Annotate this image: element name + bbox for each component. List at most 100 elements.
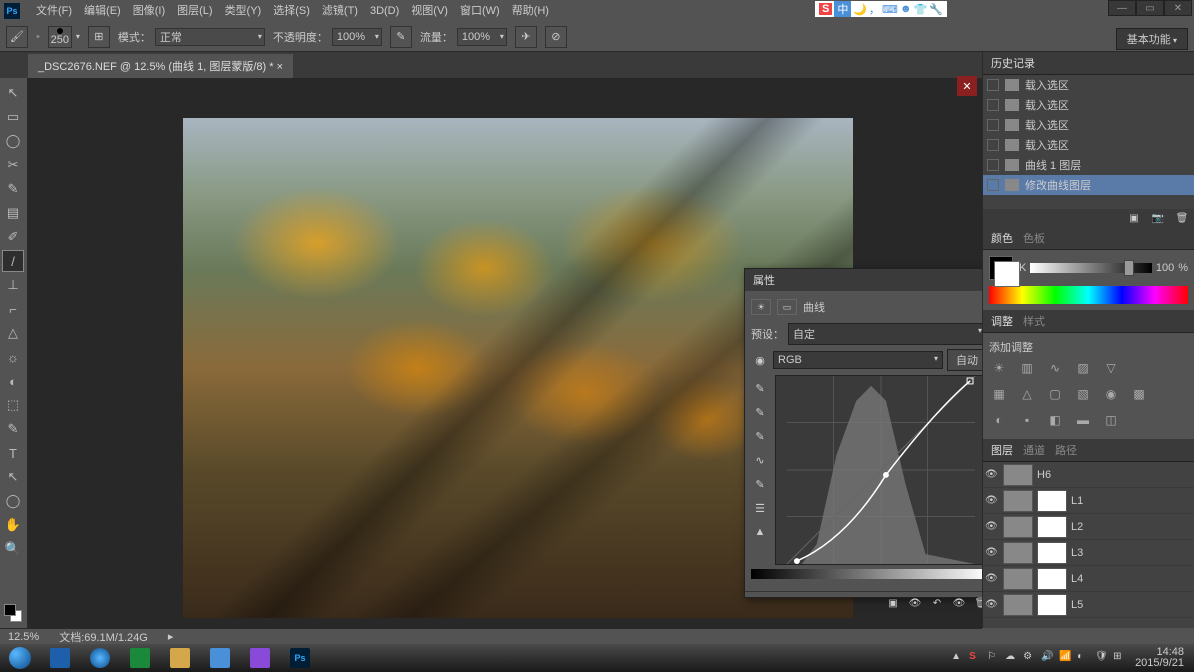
layer-row[interactable]: 👁L5 <box>983 592 1194 618</box>
canvas-area[interactable]: 第八步：对阴影部分的压暗 POCO 摄影专题 http://photo.poco… <box>28 78 982 628</box>
brush-size-picker[interactable]: 250 ▾ <box>48 26 80 48</box>
history-item[interactable]: 载入选区 <box>983 75 1194 95</box>
menu-file[interactable]: 文件(F) <box>30 0 78 22</box>
taskbar-explorer[interactable] <box>160 644 200 672</box>
brush-panel-toggle[interactable]: ⊞ <box>88 26 110 48</box>
zoom-tool[interactable]: 🔍 <box>2 538 24 560</box>
menu-type[interactable]: 类型(Y) <box>219 0 268 22</box>
visibility-icon[interactable]: 👁 <box>985 573 999 584</box>
menu-window[interactable]: 窗口(W) <box>454 0 506 22</box>
ime-bar[interactable]: S 中 🌙 ， ⌨ ☻ 👕 🔧 <box>815 1 947 17</box>
collapse-panel-button[interactable]: ✕ <box>957 76 977 96</box>
gradient-tool[interactable]: ☼ <box>2 346 24 368</box>
dodge-tool[interactable]: ⬚ <box>2 394 24 416</box>
tray-icon[interactable]: ▲ <box>951 651 965 665</box>
blend-mode-select[interactable]: 正常 <box>155 28 265 46</box>
curves-graph[interactable] <box>775 375 982 565</box>
brightness-icon[interactable]: ☀ <box>989 359 1009 377</box>
shape-tool[interactable]: ◯ <box>2 490 24 512</box>
eyedropper-white-icon[interactable]: ✎ <box>751 427 769 445</box>
visibility-icon[interactable]: 👁 <box>951 596 967 610</box>
airbrush-toggle[interactable]: ✈ <box>515 26 537 48</box>
workspace-switcher[interactable]: 基本功能 <box>1116 28 1188 50</box>
ime-kbd-icon[interactable]: ⌨ <box>882 3 898 16</box>
minimize-button[interactable]: — <box>1108 0 1136 16</box>
crop-tool[interactable]: ✎ <box>2 178 24 200</box>
eyedropper-tool[interactable]: ▤ <box>2 202 24 224</box>
reset-icon[interactable]: ↶ <box>929 596 945 610</box>
maximize-button[interactable]: ▭ <box>1136 0 1164 16</box>
mixer-icon[interactable]: ◉ <box>1101 385 1121 403</box>
menu-3d[interactable]: 3D(D) <box>364 0 405 22</box>
ime-tool-icon[interactable]: 🔧 <box>929 3 943 16</box>
gradientmap-icon[interactable]: ▬ <box>1073 411 1093 429</box>
curve-pencil-icon[interactable]: ✎ <box>751 475 769 493</box>
pen-tool[interactable]: ✎ <box>2 418 24 440</box>
visibility-icon[interactable]: 👁 <box>985 547 999 558</box>
selective-icon[interactable]: ◫ <box>1101 411 1121 429</box>
hue-icon[interactable]: ▦ <box>989 385 1009 403</box>
menu-view[interactable]: 视图(V) <box>405 0 454 22</box>
tray-icon[interactable]: 🛡 <box>1095 651 1109 665</box>
menu-image[interactable]: 图像(I) <box>127 0 171 22</box>
exposure-icon[interactable]: ▨ <box>1073 359 1093 377</box>
ime-lang[interactable]: 中 <box>834 1 851 17</box>
layer-row[interactable]: 👁L3 <box>983 540 1194 566</box>
layer-row[interactable]: 👁L1 <box>983 488 1194 514</box>
balance-icon[interactable]: △ <box>1017 385 1037 403</box>
tray-icon[interactable]: ◐ <box>1077 651 1091 665</box>
ime-shirt-icon[interactable]: 👕 <box>914 3 928 16</box>
menu-filter[interactable]: 滤镜(T) <box>316 0 364 22</box>
tray-icon[interactable]: ⚙ <box>1023 651 1037 665</box>
taskbar-ie[interactable] <box>40 644 80 672</box>
posterize-icon[interactable]: ▪ <box>1017 411 1037 429</box>
adjustments-tab[interactable]: 调整 <box>991 313 1013 329</box>
histogram-icon[interactable]: ▲ <box>751 523 769 541</box>
auto-button[interactable]: 自动 <box>947 349 982 371</box>
preset-select[interactable]: 自定 <box>788 323 982 345</box>
color-swatch[interactable] <box>989 256 1013 280</box>
ime-face-icon[interactable]: ☻ <box>900 3 912 15</box>
new-snapshot-icon[interactable]: 📷 <box>1150 211 1166 225</box>
foreground-background-swatch[interactable] <box>4 604 22 622</box>
target-adjust-icon[interactable]: ◉ <box>751 351 769 369</box>
move-tool[interactable]: ↖ <box>2 82 24 104</box>
threshold-icon[interactable]: ◧ <box>1045 411 1065 429</box>
zoom-level[interactable]: 12.5% <box>8 631 39 643</box>
stamp-tool[interactable]: ⊥ <box>2 274 24 296</box>
eyedropper-gray-icon[interactable]: ✎ <box>751 403 769 421</box>
tray-icon[interactable]: ☁ <box>1005 651 1019 665</box>
history-item[interactable]: 载入选区 <box>983 95 1194 115</box>
ime-moon-icon[interactable]: 🌙 <box>853 3 867 16</box>
vibrance-icon[interactable]: ▽ <box>1101 359 1121 377</box>
type-tool[interactable]: T <box>2 442 24 464</box>
curve-point-icon[interactable]: ∿ <box>751 451 769 469</box>
taskbar-browser[interactable] <box>80 644 120 672</box>
document-tab[interactable]: _DSC2676.NEF @ 12.5% (曲线 1, 图层蒙版/8) * × <box>28 54 293 78</box>
history-brush-tool[interactable]: ⌐ <box>2 298 24 320</box>
photofilter-icon[interactable]: ▧ <box>1073 385 1093 403</box>
start-button[interactable] <box>0 644 40 672</box>
history-item[interactable]: 曲线 1 图层 <box>983 155 1194 175</box>
visibility-icon[interactable]: 👁 <box>985 521 999 532</box>
tray-icon[interactable]: ⚐ <box>987 651 1001 665</box>
k-value[interactable]: 100 <box>1156 262 1174 274</box>
eraser-tool[interactable]: △ <box>2 322 24 344</box>
taskbar-folder[interactable] <box>200 644 240 672</box>
history-item[interactable]: 载入选区 <box>983 135 1194 155</box>
marquee-tool[interactable]: ▭ <box>2 106 24 128</box>
channels-tab[interactable]: 通道 <box>1023 442 1045 458</box>
pressure-opacity-toggle[interactable]: ✎ <box>390 26 412 48</box>
swatches-tab[interactable]: 色板 <box>1023 230 1045 246</box>
tray-icon[interactable]: 📶 <box>1059 651 1073 665</box>
levels-icon[interactable]: ▥ <box>1017 359 1037 377</box>
visibility-icon[interactable]: 👁 <box>985 599 999 610</box>
wand-tool[interactable]: ✂ <box>2 154 24 176</box>
taskbar-photoshop[interactable]: Ps <box>280 644 320 672</box>
clip-icon[interactable]: ▣ <box>885 596 901 610</box>
smooth-icon[interactable]: ☰ <box>751 499 769 517</box>
tray-icon[interactable]: 🔊 <box>1041 651 1055 665</box>
snapshot-icon[interactable]: ▣ <box>1126 211 1142 225</box>
heal-tool[interactable]: ✐ <box>2 226 24 248</box>
visibility-icon[interactable]: 👁 <box>985 469 999 480</box>
